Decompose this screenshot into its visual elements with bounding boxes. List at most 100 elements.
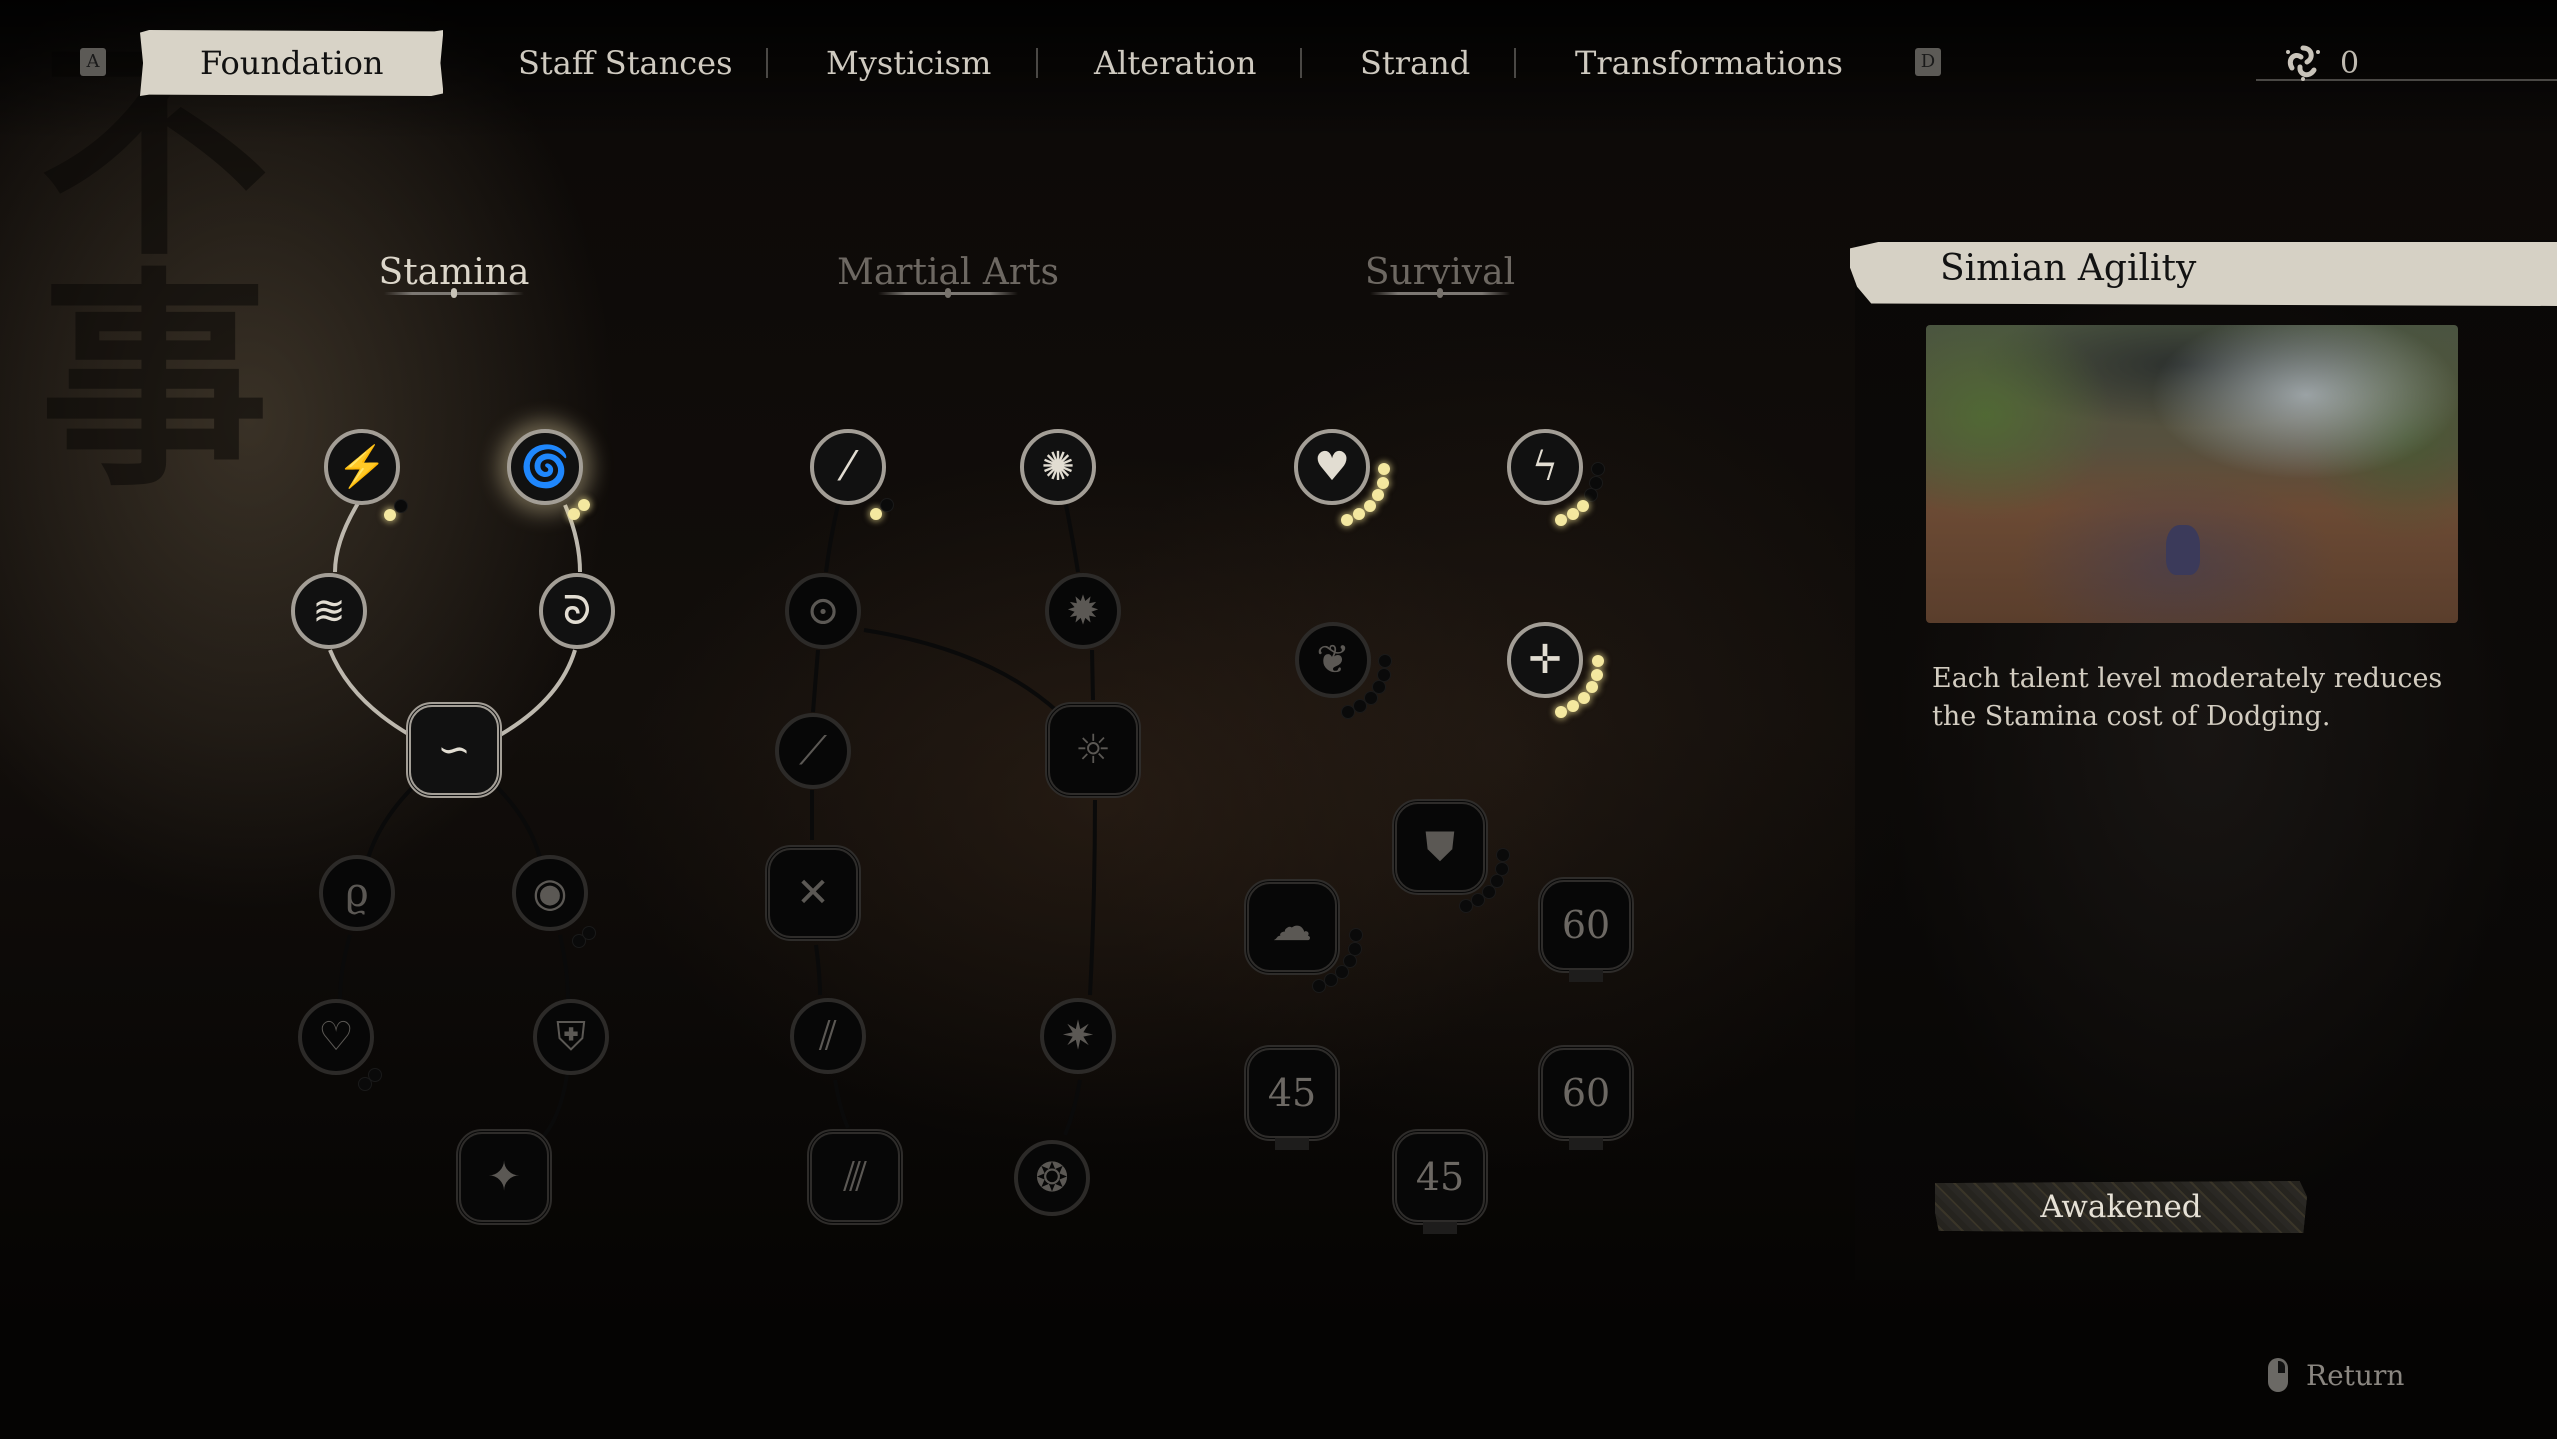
talent-node-flame-wisp[interactable]: ϱ (319, 855, 395, 931)
level-dot-lit (1592, 655, 1604, 667)
return-button[interactable]: Return (2268, 1358, 2404, 1392)
talent-node-leaping[interactable]: ⚡ (324, 429, 400, 505)
talent-node-staff-orb[interactable]: ⊙ (785, 573, 861, 649)
level-dot-lit (578, 499, 590, 511)
talent-node-staff-parry[interactable]: ⫽ (790, 998, 866, 1074)
sun-burst-icon: ☼ (1075, 727, 1111, 773)
staff-thrust-icon: ⟋ (799, 728, 827, 774)
talent-node-ornate-scroll[interactable]: ❦ (1295, 622, 1371, 698)
tab-transformations[interactable]: Transformations (1575, 30, 1843, 96)
talent-node-meditation[interactable]: ◉ (512, 855, 588, 931)
talent-node-cloud-swirl[interactable]: ☁ (1244, 879, 1340, 975)
level-dot-unlit (1324, 973, 1338, 987)
level-dot-unlit (1353, 699, 1367, 713)
talent-preview-video (1926, 325, 2458, 623)
tab-mysticism[interactable]: Mysticism (826, 30, 991, 96)
shielded-figure-icon: ⛨ (556, 1014, 586, 1060)
level-requirement: 45 (1267, 1071, 1317, 1115)
tab-divider (1036, 48, 1038, 78)
level-dot-unlit (368, 1068, 382, 1082)
level-dot-lit (1555, 514, 1567, 526)
talent-node-armor-crest[interactable]: ⛊ (1392, 799, 1488, 895)
status-label: Awakened (2040, 1189, 2202, 1225)
talent-node-level-60-b[interactable]: 60 (1538, 1045, 1634, 1150)
cracked-heart-icon: ♡ (318, 1014, 354, 1060)
swirl-spark-icon: 🌀 (520, 444, 570, 490)
tab-divider (1300, 48, 1302, 78)
section-stamina[interactable]: Stamina (379, 252, 530, 293)
talent-node-level-45-a[interactable]: 45 (1244, 1045, 1340, 1150)
level-dot-lit (1364, 500, 1376, 512)
meditating-figure-icon: ◉ (532, 870, 568, 916)
tab-foundation[interactable]: Foundation (140, 30, 444, 96)
level-dot-unlit (1341, 705, 1355, 719)
level-dot-lit (1586, 681, 1598, 693)
talent-node-wind-swirl[interactable]: ᘐ (539, 573, 615, 649)
spark-triskelion-icon (2282, 40, 2324, 86)
talent-node-sun-burst[interactable]: ☼ (1045, 702, 1141, 798)
level-dot-lit (1591, 669, 1603, 681)
preview-character (2166, 525, 2200, 575)
staff-sweep-icon: ⫻ (843, 1154, 867, 1200)
impact-burst-icon: ✷ (1061, 1013, 1095, 1059)
talent-node-dash[interactable]: ≋ (291, 573, 367, 649)
talent-node-staff-sweep[interactable]: ⫻ (807, 1129, 903, 1225)
level-requirement: 45 (1415, 1155, 1465, 1199)
staff-orb-icon: ⊙ (806, 588, 840, 634)
talent-node-heart[interactable]: ♥ (1294, 429, 1370, 505)
talent-node-shattering[interactable]: ✦ (456, 1129, 552, 1225)
level-dot-unlit (394, 499, 408, 513)
flame-wisp-icon: ϱ (345, 870, 369, 916)
talent-node-vortex-wheel[interactable]: ✹ (1045, 573, 1121, 649)
node-stand (1275, 1138, 1309, 1150)
ornate-scroll-icon: ❦ (1316, 637, 1350, 683)
next-tab-key-hint[interactable]: D (1915, 48, 1941, 76)
return-label: Return (2306, 1358, 2405, 1392)
prev-tab-key-hint[interactable]: A (80, 48, 106, 76)
talent-node-spinning-wheel[interactable]: ✺ (1020, 429, 1096, 505)
level-dot-unlit (1312, 979, 1326, 993)
talent-node-lightning-rune[interactable]: ϟ (1507, 429, 1583, 505)
section-martial-arts-underline (878, 292, 1018, 295)
talent-node-simian-agility[interactable]: 🌀 (507, 429, 583, 505)
talent-status-awakened: Awakened (1935, 1181, 2307, 1233)
tab-strand[interactable]: Strand (1360, 30, 1470, 96)
level-dot-unlit (1459, 899, 1473, 913)
talent-node-star-flash[interactable]: ✛ (1507, 622, 1583, 698)
level-dot-unlit (582, 926, 596, 940)
tab-alteration[interactable]: Alteration (1094, 30, 1256, 96)
talent-node-level-60-a[interactable]: 60 (1538, 877, 1634, 982)
talent-node-staff-swirl[interactable]: ∽ (406, 702, 502, 798)
talent-node-scattered-staves[interactable]: ✕ (765, 845, 861, 941)
level-dot-unlit (1591, 462, 1605, 476)
talent-node-staff-strike[interactable]: ⁄ (810, 429, 886, 505)
category-tab-bar: A Foundation Staff Stances Mysticism Alt… (0, 30, 2557, 96)
talent-node-shielded-figure[interactable]: ⛨ (533, 999, 609, 1075)
level-dot-lit (384, 509, 396, 521)
shattering-figure-icon: ✦ (487, 1154, 521, 1200)
talent-node-staff-thrust[interactable]: ⟋ (775, 713, 851, 789)
leaping-monkey-icon: ⚡ (337, 444, 387, 490)
level-requirement: 60 (1561, 1071, 1611, 1115)
talent-node-spiral-vortex[interactable]: ❂ (1014, 1140, 1090, 1216)
section-stamina-underline (384, 292, 524, 295)
talent-node-impact-burst[interactable]: ✷ (1040, 998, 1116, 1074)
staff-strike-icon: ⁄ (844, 444, 852, 490)
talent-description: Each talent level moderately reduces the… (1932, 663, 2443, 732)
section-survival-underline (1370, 292, 1510, 295)
tab-staff-stances[interactable]: Staff Stances (518, 30, 733, 96)
talent-node-level-45-b[interactable]: 45 (1392, 1129, 1488, 1234)
level-dot-lit (1555, 706, 1567, 718)
section-survival[interactable]: Survival (1365, 252, 1515, 293)
lightning-rune-icon: ϟ (1531, 444, 1559, 490)
level-dot-unlit (1471, 893, 1485, 907)
cloud-swirl-icon: ☁ (1272, 904, 1312, 950)
staff-parry-icon: ⫽ (819, 1013, 837, 1059)
node-stand (1569, 970, 1603, 982)
talent-node-cracked-heart[interactable]: ♡ (298, 999, 374, 1075)
talent-title: Simian Agility (1940, 248, 2197, 289)
dash-arrows-icon: ≋ (312, 588, 346, 634)
section-martial-arts[interactable]: Martial Arts (837, 252, 1059, 293)
spark-currency: 0 (2282, 40, 2359, 86)
tab-divider (766, 48, 768, 78)
